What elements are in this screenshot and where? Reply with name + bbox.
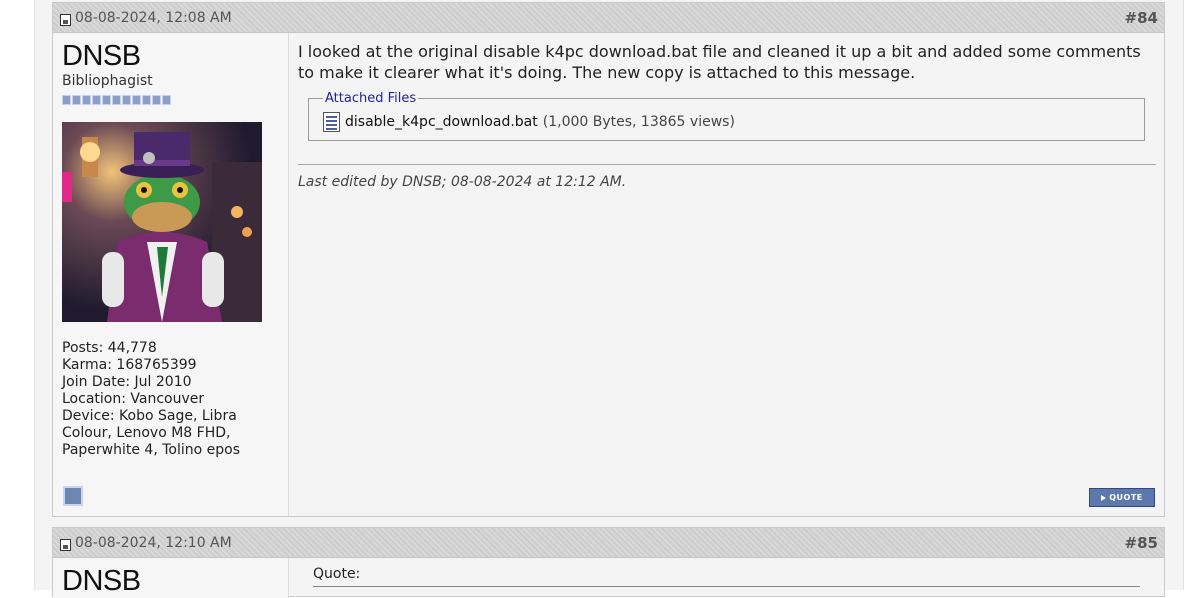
signature-divider (298, 164, 1156, 165)
attachments-legend: Attached Files (325, 91, 417, 106)
post-84: 08-08-2024, 12:08 AM #84 DNSB Bibliophag… (52, 2, 1165, 517)
arrow-right-icon (1101, 494, 1107, 501)
post-date: 08-08-2024, 12:08 AM (60, 10, 232, 26)
user-join-date: Join Date: Jul 2010 (62, 374, 192, 390)
user-info-panel: DNSB (53, 558, 289, 598)
attachment-meta: (1,000 Bytes, 13865 views) (542, 114, 735, 130)
post-header: 08-08-2024, 12:10 AM #85 (53, 528, 1164, 558)
user-posts: Posts: 44,778 (62, 340, 157, 356)
quote-button[interactable]: QUOTE (1089, 488, 1155, 507)
post-header: 08-08-2024, 12:08 AM #84 (53, 3, 1164, 33)
quote-label: Quote: (313, 566, 361, 582)
user-info-panel: DNSB Bibliophagist Posts: 44,778 Karma: … (53, 33, 289, 516)
post-content: I looked at the original disable k4pc do… (289, 33, 1164, 516)
post-status-icon (60, 538, 71, 551)
user-avatar[interactable] (62, 122, 262, 322)
quote-button-label: QUOTE (1109, 493, 1143, 502)
reputation-bar (62, 95, 279, 105)
post-message: I looked at the original disable k4pc do… (298, 42, 1141, 82)
user-device: Device: Kobo Sage, Libra Colour, Lenovo … (62, 408, 240, 458)
user-title: Bibliophagist (62, 73, 153, 89)
post-date: 08-08-2024, 12:10 AM (60, 535, 232, 551)
attachments-box: Attached Files disable_k4pc_download.bat… (308, 91, 1145, 141)
post-date-text: 08-08-2024, 12:08 AM (75, 10, 232, 26)
user-location: Location: Vancouver (62, 391, 205, 407)
post-number-link[interactable]: #85 (1125, 534, 1158, 552)
post-85: 08-08-2024, 12:10 AM #85 DNSB Quote: (52, 527, 1165, 598)
user-profile-icon[interactable] (63, 486, 83, 506)
post-number-link[interactable]: #84 (1125, 9, 1158, 27)
post-status-icon (60, 13, 71, 26)
post-date-text: 08-08-2024, 12:10 AM (75, 535, 232, 551)
attachment-link[interactable]: disable_k4pc_download.bat (345, 114, 538, 130)
user-stats: Posts: 44,778 Karma: 168765399 Join Date… (62, 340, 279, 459)
quote-rule (313, 586, 1140, 587)
username-link[interactable]: DNSB (62, 41, 279, 71)
user-karma: Karma: 168765399 (62, 357, 197, 373)
bat-file-icon (323, 112, 340, 132)
attachment-item: disable_k4pc_download.bat (1,000 Bytes, … (323, 112, 1132, 132)
username-link[interactable]: DNSB (62, 566, 279, 596)
post-content: Quote: (289, 558, 1164, 598)
last-edited-note: Last edited by DNSB; 08-08-2024 at 12:12… (298, 174, 627, 190)
